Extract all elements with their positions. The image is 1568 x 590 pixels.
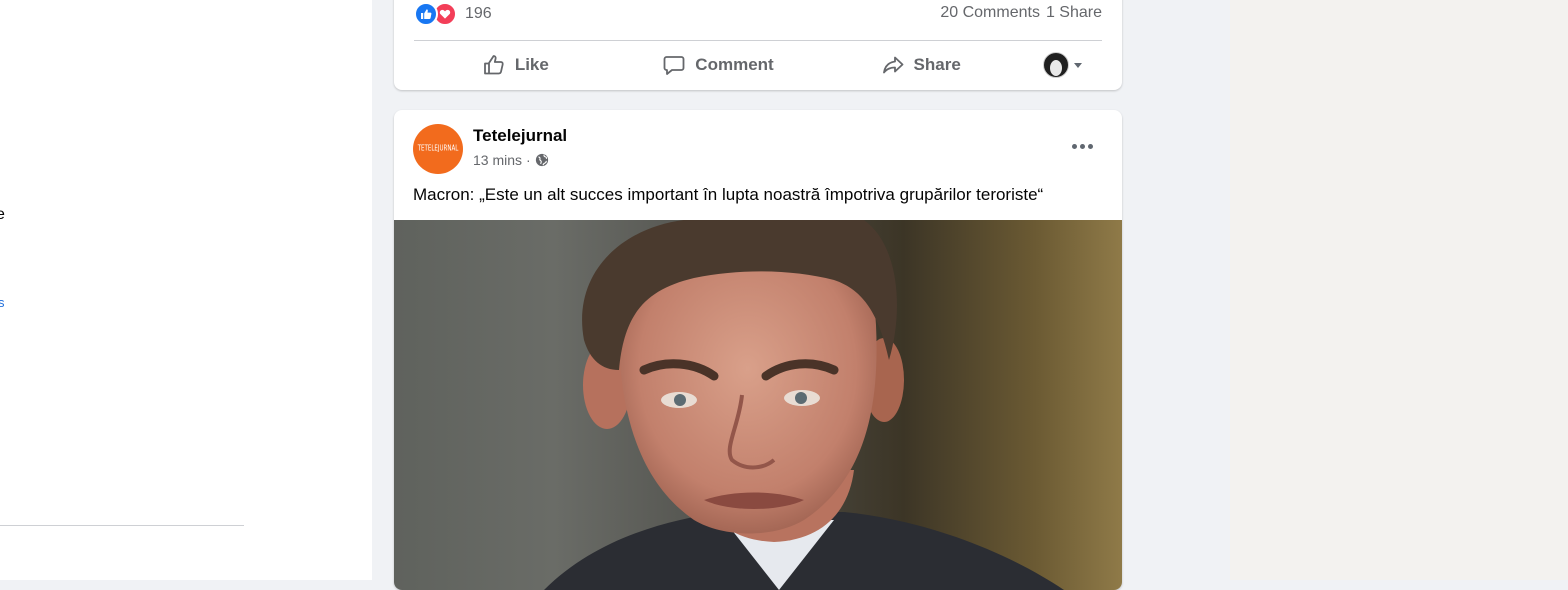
- post-stats: 20 Comments 1 Share: [940, 4, 1102, 22]
- share-label: Share: [913, 55, 961, 74]
- thumbs-up-icon: [483, 55, 504, 75]
- react-as-selector[interactable]: [1022, 52, 1102, 78]
- post-card: TETELEJURNAL Tetelejurnal 13 mins · Macr…: [394, 110, 1122, 590]
- left-sidebar-divider: [0, 525, 244, 526]
- like-label: Like: [514, 55, 549, 74]
- action-bar: Like Comment Share: [414, 43, 1102, 87]
- comments-count-link[interactable]: 20 Comments: [940, 4, 1040, 22]
- avatar: [1042, 52, 1069, 78]
- reaction-summary[interactable]: 196: [414, 2, 492, 26]
- caret-down-icon: [1073, 62, 1082, 68]
- post-text: Macron: „Este un alt succes important în…: [413, 185, 1044, 204]
- post-image[interactable]: [394, 220, 1122, 590]
- globe-icon: [535, 153, 548, 167]
- previous-post-card: 196 20 Comments 1 Share Like Comment Sha…: [394, 0, 1122, 90]
- left-sidebar-text-fragment: e: [0, 206, 5, 223]
- comment-label: Comment: [695, 55, 774, 74]
- like-button[interactable]: Like: [414, 47, 617, 83]
- post-meta: 13 mins ·: [473, 152, 549, 168]
- share-icon: [882, 56, 903, 74]
- post-time-link[interactable]: 13 mins: [473, 152, 522, 168]
- comment-button[interactable]: Comment: [617, 47, 820, 83]
- left-sidebar-link-fragment[interactable]: s: [0, 295, 5, 310]
- shares-count-link[interactable]: 1 Share: [1046, 4, 1102, 22]
- more-icon: [1071, 143, 1077, 149]
- page-name-link[interactable]: Tetelejurnal: [473, 126, 567, 146]
- like-reaction-icon: [414, 2, 438, 26]
- meta-separator: ·: [526, 152, 531, 168]
- page-logo-text: TETELEJURNAL: [417, 144, 459, 154]
- right-panel: [1230, 0, 1568, 580]
- left-sidebar: e s: [0, 0, 372, 580]
- more-options-button[interactable]: [1064, 134, 1100, 158]
- action-bar-divider: [414, 40, 1102, 41]
- share-button[interactable]: Share: [819, 47, 1022, 83]
- portrait-illustration: [544, 220, 1064, 590]
- reaction-count[interactable]: 196: [465, 5, 492, 23]
- page-avatar[interactable]: TETELEJURNAL: [413, 124, 463, 174]
- comment-icon: [663, 56, 685, 75]
